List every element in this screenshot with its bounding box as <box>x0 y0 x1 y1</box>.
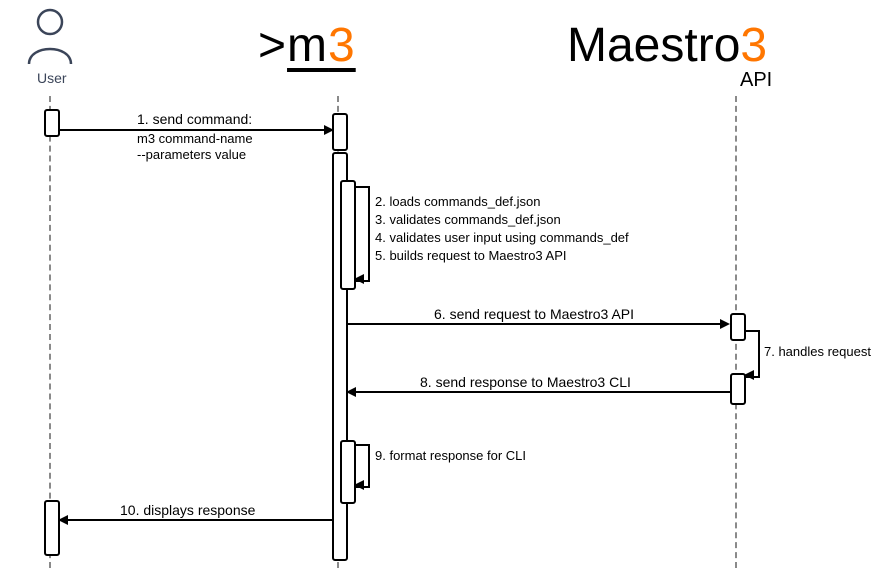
label-m8: 8. send response to Maestro3 CLI <box>420 374 631 390</box>
arrowhead-m7 <box>744 370 754 380</box>
arrowhead-m10 <box>58 515 68 525</box>
label-m9: 9. format response for CLI <box>375 448 526 463</box>
label-m5: 5. builds request to Maestro3 API <box>375 248 567 263</box>
arrowhead-m2-5 <box>354 274 364 284</box>
arrow-m10 <box>66 519 332 521</box>
activation-cli-1a <box>332 113 348 151</box>
arrowhead-m1 <box>324 125 334 135</box>
m3-cli-logo: >m3 <box>258 18 356 73</box>
maestro3-api-logo: Maestro3 <box>567 18 767 73</box>
user-label: User <box>37 70 67 86</box>
api-sublabel: API <box>740 69 772 92</box>
label-m4: 4. validates user input using commands_d… <box>375 230 629 245</box>
label-m7: 7. handles request <box>764 344 871 359</box>
arrow-m8 <box>354 391 730 393</box>
label-m1a: 1. send command: <box>137 111 252 127</box>
selfloop-m2-5 <box>354 186 370 282</box>
label-m3: 3. validates commands_def.json <box>375 212 561 227</box>
label-m1c: --parameters value <box>137 147 246 162</box>
arrowhead-m9 <box>354 480 364 490</box>
arrow-m6 <box>346 323 722 325</box>
arrowhead-m8 <box>346 387 356 397</box>
lifeline-user <box>49 96 51 568</box>
activation-user-2 <box>44 500 60 556</box>
label-m6: 6. send request to Maestro3 API <box>434 306 634 322</box>
user-icon <box>25 8 75 71</box>
arrowhead-m6 <box>720 319 730 329</box>
label-m10: 10. displays response <box>120 502 255 518</box>
label-m1b: m3 command-name <box>137 131 253 146</box>
label-m2: 2. loads commands_def.json <box>375 194 540 209</box>
activation-user-1 <box>44 109 60 137</box>
